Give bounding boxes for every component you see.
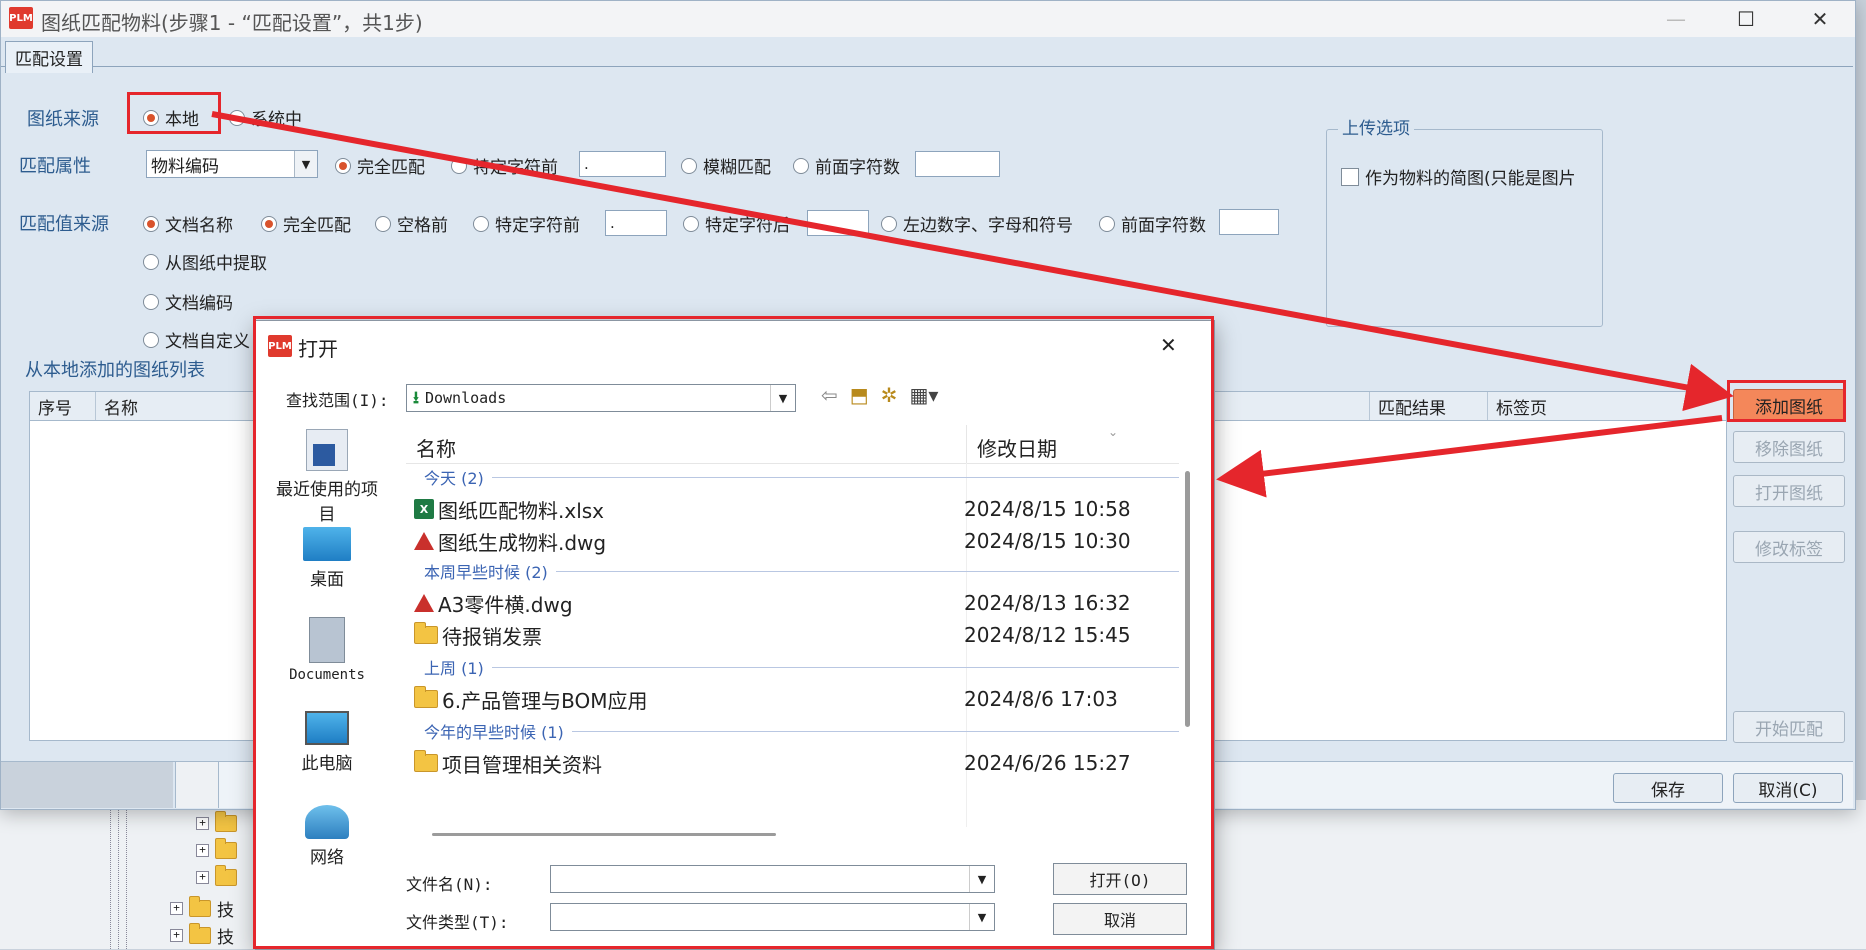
annotation-arrows: [211, 111, 1734, 498]
annotation-arrow-to-dialog: [1216, 415, 1723, 498]
annotation-arrow-to-add: [211, 111, 1734, 412]
